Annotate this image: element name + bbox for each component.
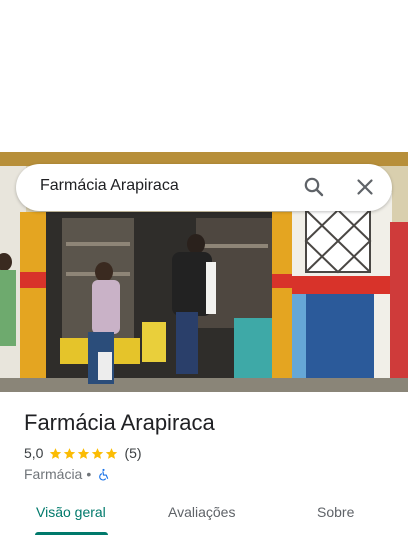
search-icon[interactable] — [302, 175, 326, 199]
tab-reviews[interactable]: Avaliações — [168, 504, 235, 520]
close-icon[interactable] — [353, 175, 377, 199]
category-label: Farmácia — [24, 466, 83, 482]
review-count[interactable]: (5) — [124, 445, 141, 461]
star-icon — [78, 447, 90, 459]
tab-about[interactable]: Sobre — [317, 504, 354, 520]
star-icon — [50, 447, 62, 459]
search-bar[interactable]: Farmácia Arapiraca — [16, 164, 392, 211]
search-query-text[interactable]: Farmácia Arapiraca — [40, 177, 179, 195]
star-icon — [106, 447, 118, 459]
rating-value: 5,0 — [24, 445, 44, 461]
star-icon — [92, 447, 104, 459]
star-icon — [64, 447, 76, 459]
category-row: Farmácia • — [24, 465, 110, 483]
separator-dot: • — [86, 466, 92, 482]
active-tab-indicator — [35, 532, 108, 535]
blank-area — [0, 0, 408, 152]
rating-row[interactable]: 5,0 (5) — [24, 444, 142, 462]
tab-bar: Visão geral Avaliações Sobre — [0, 488, 408, 544]
star-rating — [49, 447, 118, 460]
wheelchair-icon — [99, 468, 109, 481]
place-title: Farmácia Arapiraca — [24, 410, 215, 435]
tab-overview[interactable]: Visão geral — [36, 504, 106, 520]
